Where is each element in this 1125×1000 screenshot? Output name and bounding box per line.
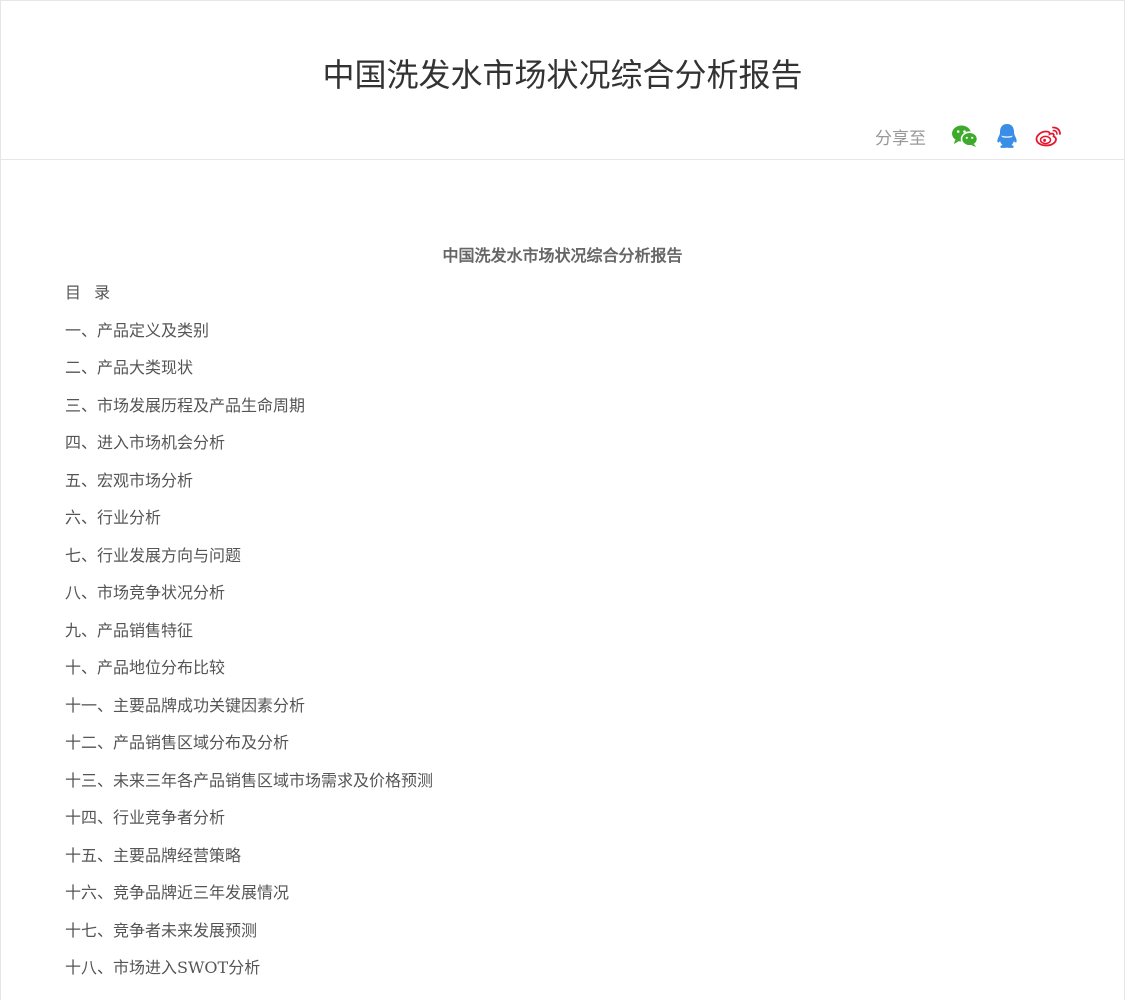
article-content: 中国洗发水市场状况综合分析报告 目 录 一、产品定义及类别 二、产品大类现状 三…: [1, 161, 1124, 1000]
toc-item: 四、进入市场机会分析: [65, 433, 226, 452]
weibo-icon: [1035, 126, 1061, 147]
toc-item: 五、宏观市场分析: [65, 470, 194, 490]
wechat-icon: [952, 125, 979, 147]
toc-item: 七、行业发展方向与问题: [65, 545, 242, 565]
share-wechat-button[interactable]: [950, 121, 980, 151]
toc-item: 十三、未来三年各产品销售区域市场需求及价格预测: [65, 770, 434, 790]
toc-heading: 目 录: [65, 283, 115, 302]
toc-item: 九、产品销售特征: [65, 620, 194, 640]
qq-icon: [997, 124, 1017, 148]
article-title: 中国洗发水市场状况综合分析报告: [442, 246, 683, 265]
share-qq-button[interactable]: [992, 121, 1022, 151]
toc-item: 十八、市场进入SWOT分析: [65, 958, 261, 977]
toc-item: 八、市场竞争状况分析: [65, 583, 226, 602]
page-title: 中国洗发水市场状况综合分析报告: [322, 56, 803, 94]
share-bar: 分享至: [875, 121, 1064, 151]
share-label: 分享至: [875, 128, 926, 149]
toc-item: 十六、竞争品牌近三年发展情况: [65, 883, 290, 902]
toc-item: 六、行业分析: [65, 508, 162, 527]
toc-item: 一、产品定义及类别: [65, 320, 210, 340]
toc-item: 十七、竞争者未来发展预测: [65, 920, 258, 940]
toc-item: 十二、产品销售区域分布及分析: [65, 733, 290, 752]
share-weibo-button[interactable]: [1034, 121, 1064, 151]
toc-item: 十五、主要品牌经营策略: [65, 845, 242, 865]
toc-item: 三、市场发展历程及产品生命周期: [65, 395, 306, 415]
table-of-contents: 目 录 一、产品定义及类别 二、产品大类现状 三、市场发展历程及产品生命周期 四…: [65, 279, 433, 992]
toc-item: 十一、主要品牌成功关键因素分析: [65, 695, 306, 715]
toc-item: 十四、行业竞争者分析: [65, 808, 226, 827]
toc-item: 十、产品地位分布比较: [65, 658, 226, 677]
toc-item: 二、产品大类现状: [65, 358, 194, 377]
page-header: 中国洗发水市场状况综合分析报告 分享至: [1, 1, 1124, 160]
article-page: 中国洗发水市场状况综合分析报告 分享至 中国洗发水市场状况综合分析报告 目 录 …: [0, 0, 1125, 1000]
